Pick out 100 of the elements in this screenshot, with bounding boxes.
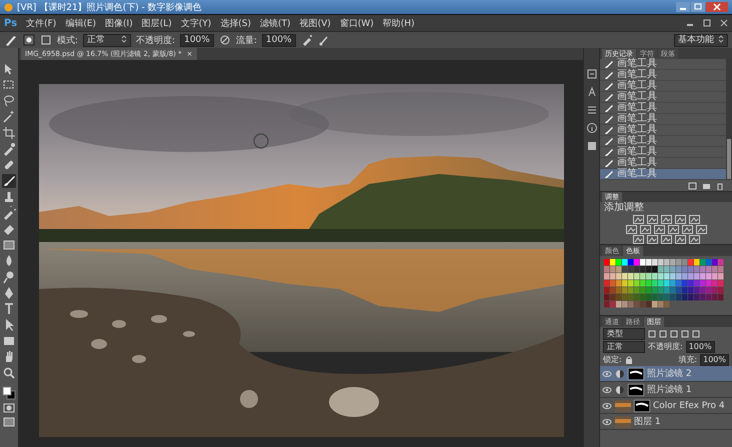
minimize-icon[interactable] (676, 2, 690, 12)
brush-preset-icon[interactable] (23, 34, 35, 46)
opacity-field[interactable]: 100% (686, 340, 715, 352)
adjustment-icon[interactable] (674, 235, 686, 244)
history-item[interactable]: 画笔工具 (600, 169, 726, 180)
swatch-palette-drawing[interactable] (604, 259, 724, 308)
eye-icon[interactable] (602, 418, 612, 426)
adjustment-icon[interactable] (646, 215, 658, 224)
eye-icon[interactable] (602, 386, 612, 394)
airbrush-icon[interactable] (300, 34, 313, 46)
layer-row[interactable]: 照片滤镜 2 (600, 366, 732, 382)
adjustment-icon[interactable] (640, 225, 650, 234)
eraser-tool-icon[interactable] (2, 222, 16, 236)
gradient-tool-icon[interactable] (2, 238, 16, 252)
history-item[interactable]: 画笔工具 (600, 125, 726, 136)
eye-icon[interactable] (602, 370, 612, 378)
layer-row[interactable]: 图层 1 (600, 414, 732, 430)
maximize-icon[interactable] (691, 2, 705, 12)
rectangle-tool-icon[interactable] (2, 334, 16, 348)
close-icon[interactable] (706, 2, 728, 12)
adjustment-icon[interactable] (688, 215, 700, 224)
history-label: 画笔工具 (617, 103, 657, 113)
trash-icon[interactable] (716, 182, 724, 190)
eye-icon[interactable] (602, 402, 612, 410)
brush-icon[interactable] (4, 34, 18, 46)
properties-panel-icon[interactable] (586, 140, 598, 152)
color-swatches-icon[interactable] (2, 386, 16, 400)
history-item[interactable]: 画笔工具 (600, 147, 726, 158)
brush-panel-icon[interactable] (40, 34, 52, 46)
layer-row[interactable]: Color Efex Pro 4 (600, 398, 732, 414)
tablet-pressure-icon[interactable] (318, 34, 330, 46)
crop-tool-icon[interactable] (2, 126, 16, 140)
info-panel-icon[interactable] (586, 122, 598, 134)
history-item[interactable]: 画笔工具 (600, 59, 726, 70)
workspace-dropdown[interactable]: 基本功能 (674, 34, 728, 46)
history-label: 画笔工具 (617, 59, 657, 69)
layer-name: 图层 1 (634, 416, 661, 428)
flow-label: 流量: (236, 34, 257, 46)
pressure-icon[interactable] (218, 34, 231, 46)
history-brush-tool-icon[interactable] (2, 206, 16, 220)
history-item[interactable]: 画笔工具 (600, 136, 726, 147)
menu-item[interactable]: 文件(F) (26, 16, 56, 30)
scrollbar[interactable] (726, 59, 732, 180)
adjustment-icon[interactable] (682, 225, 692, 234)
close-icon[interactable] (720, 19, 728, 27)
history-item[interactable]: 画笔工具 (600, 114, 726, 125)
adjustment-icon[interactable] (632, 215, 644, 224)
wand-tool-icon[interactable] (2, 110, 16, 124)
brush-tool-icon[interactable] (2, 174, 16, 188)
adjustment-icon[interactable] (674, 215, 686, 224)
menu-item[interactable]: 滤镜(T) (260, 16, 291, 30)
maximize-icon[interactable] (703, 19, 711, 27)
app-logo: Ps (4, 18, 18, 28)
history-panel-icon[interactable] (586, 68, 598, 80)
camera-icon[interactable] (702, 182, 711, 190)
zoom-tool-icon[interactable] (2, 366, 16, 380)
history-item[interactable]: 画笔工具 (600, 103, 726, 114)
stamp-tool-icon[interactable] (2, 190, 16, 204)
history-item[interactable]: 画笔工具 (600, 81, 726, 92)
adjustment-icon[interactable] (626, 225, 636, 234)
history-label: 画笔工具 (617, 136, 657, 146)
menu-item[interactable]: 窗口(W) (340, 16, 374, 30)
history-item[interactable]: 画笔工具 (600, 70, 726, 81)
adjustment-icon[interactable] (696, 225, 706, 234)
mode-dropdown[interactable]: 正常 (83, 34, 132, 46)
menu-item[interactable]: 编辑(E) (65, 16, 96, 30)
adjustment-icon[interactable] (668, 225, 678, 234)
layer-name: 照片滤镜 2 (647, 368, 692, 380)
type-tool-icon[interactable] (2, 302, 16, 316)
menu-item[interactable]: 文字(Y) (180, 16, 212, 30)
layer-row[interactable]: 照片滤镜 1 (600, 382, 732, 398)
menu-item[interactable]: 视图(V) (300, 16, 331, 30)
adjustment-icon[interactable] (688, 235, 700, 244)
blend-mode-dropdown[interactable]: 正常 (603, 340, 645, 352)
paragraph-panel-icon[interactable] (586, 104, 598, 116)
eyedropper-tool-icon[interactable] (2, 142, 16, 156)
adjustment-icon[interactable] (632, 235, 644, 244)
history-item[interactable]: 画笔工具 (600, 92, 726, 103)
lasso-tool-icon[interactable] (2, 94, 16, 108)
adjustment-icon[interactable] (646, 235, 658, 244)
fill-field[interactable]: 100% (700, 354, 729, 366)
history-label: 画笔工具 (617, 70, 657, 80)
panel-subtitle: 添加调整 (603, 202, 645, 214)
menu-item[interactable]: 帮助(H) (382, 16, 414, 30)
flow-field[interactable]: 100% (262, 34, 296, 46)
lock-icon[interactable] (624, 356, 633, 364)
layer-filter-dropdown[interactable]: 类型 (603, 328, 645, 340)
quick-mask-icon[interactable] (2, 402, 16, 414)
adjustment-icon[interactable] (654, 225, 664, 234)
pen-tool-icon[interactable] (2, 286, 16, 300)
character-panel-icon[interactable] (586, 86, 598, 98)
adjustment-icon[interactable] (660, 215, 672, 224)
menu-item[interactable]: 图层(L) (142, 16, 172, 30)
new-document-icon[interactable] (688, 182, 697, 190)
adjustment-icon[interactable] (660, 235, 672, 244)
opacity-field[interactable]: 100% (180, 34, 214, 46)
menu-item[interactable]: 图像(I) (105, 16, 133, 30)
screen-mode-icon[interactable] (2, 416, 16, 428)
menu-item[interactable]: 选择(S) (220, 16, 252, 30)
dodge-tool-icon[interactable] (2, 270, 16, 284)
